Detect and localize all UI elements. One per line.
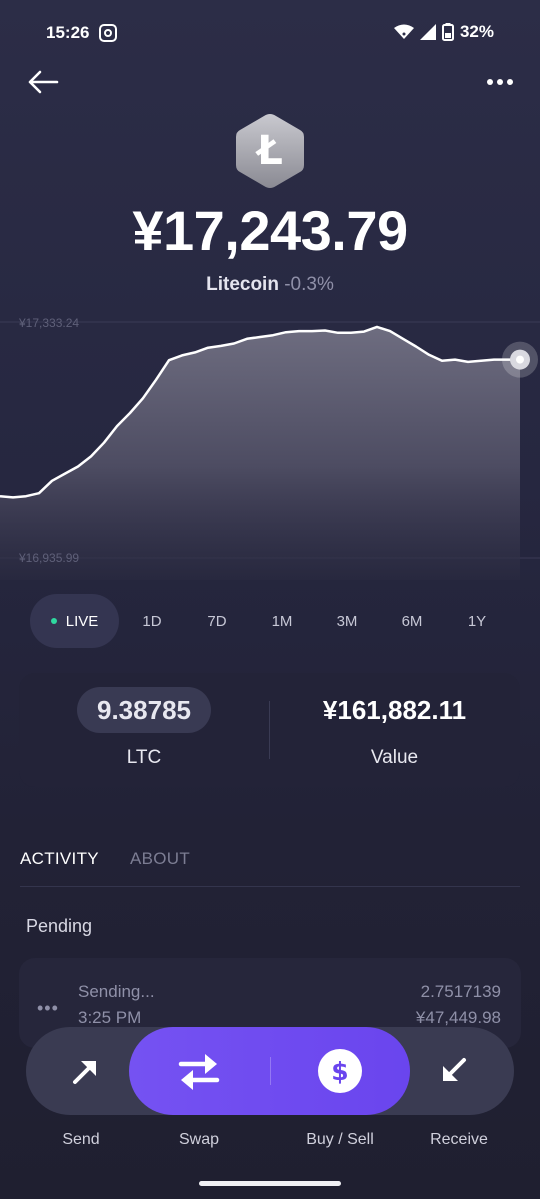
price-chart[interactable]: ¥17,333.24 ¥16,935.99 [0, 300, 540, 580]
coin-change: -0.3% [284, 274, 334, 295]
chart-max-label: ¥17,333.24 [19, 316, 80, 330]
more-options-button[interactable] [482, 64, 518, 100]
live-dot-icon [50, 618, 57, 624]
transaction-amount: 2.7517139 [420, 982, 501, 1001]
battery-icon [441, 23, 454, 41]
pending-heading: Pending [26, 916, 93, 936]
range-3m-button[interactable]: 3M [322, 594, 372, 648]
range-label: 7D [207, 612, 227, 630]
range-label: 1D [142, 612, 162, 630]
litecoin-glyph: Ł [255, 128, 283, 174]
back-button[interactable] [24, 64, 62, 100]
status-indicators: 32% [393, 22, 494, 42]
arrow-up-right-icon [73, 1061, 96, 1084]
status-bar: 15:26 32% [0, 0, 540, 66]
time-range-selector: LIVE 1D 7D 1M 3M 6M 1Y [30, 594, 510, 648]
arrow-down-left-icon [443, 1058, 466, 1081]
coin-name: Litecoin [206, 274, 279, 295]
chart-area [0, 326, 520, 580]
wifi-icon [393, 24, 414, 39]
coin-subtitle: Litecoin -0.3% [0, 274, 540, 296]
action-bar: $ [26, 1027, 514, 1115]
card-divider [269, 701, 270, 759]
battery-percent: 32% [459, 22, 494, 41]
swap-arrows-icon [178, 1054, 220, 1090]
send-label: Send [62, 1131, 100, 1148]
transaction-status: Sending... [78, 982, 155, 1001]
holding-unit: LTC [126, 747, 162, 768]
range-1d-button[interactable]: 1D [127, 594, 177, 648]
range-label: 1M [271, 612, 293, 630]
coin-price: ¥17,243.79 [132, 199, 408, 262]
status-time: 15:26 [46, 23, 90, 42]
detail-tabs: ACTIVITY ABOUT [20, 849, 520, 887]
arrow-left-icon [28, 70, 59, 94]
dollar-circle-icon: $ [318, 1049, 362, 1093]
holding-value: ¥161,882.11 [322, 695, 467, 725]
range-live-button[interactable]: LIVE [30, 594, 119, 648]
holding-value-label: Value [370, 747, 419, 768]
tab-activity[interactable]: ACTIVITY [20, 849, 99, 869]
transaction-time: 3:25 PM [78, 1008, 142, 1027]
litecoin-logo: Ł [234, 112, 306, 190]
range-label: 6M [401, 612, 423, 630]
chart-current-marker [516, 355, 524, 364]
more-horizontal-icon [487, 79, 513, 85]
home-indicator[interactable] [199, 1181, 341, 1186]
buy-sell-button[interactable]: $ [295, 1027, 385, 1115]
swap-button[interactable] [154, 1027, 244, 1115]
range-7d-button[interactable]: 7D [192, 594, 242, 648]
receive-button[interactable] [408, 1027, 498, 1115]
tab-about[interactable]: ABOUT [130, 849, 190, 869]
range-label: 1Y [467, 612, 487, 630]
action-divider [270, 1057, 271, 1085]
holdings-card: 9.38785 LTC ¥161,882.11 Value [19, 673, 520, 787]
swap-label: Swap [178, 1131, 220, 1148]
chart-min-label: ¥16,935.99 [19, 551, 80, 565]
range-1m-button[interactable]: 1M [257, 594, 307, 648]
instagram-notification-icon [99, 24, 117, 42]
svg-text:$: $ [331, 1057, 348, 1086]
range-label: 3M [336, 612, 358, 630]
send-button[interactable] [41, 1027, 131, 1115]
pending-dots-icon: ••• [37, 998, 59, 1018]
receive-label: Receive [430, 1131, 488, 1148]
signal-icon [419, 24, 436, 40]
range-label: LIVE [65, 612, 99, 630]
transaction-value: ¥47,449.98 [415, 1008, 501, 1027]
buy-sell-label: Buy / Sell [306, 1131, 374, 1148]
range-1y-button[interactable]: 1Y [452, 594, 502, 648]
range-6m-button[interactable]: 6M [387, 594, 437, 648]
holding-amount[interactable]: 9.38785 [77, 687, 211, 733]
